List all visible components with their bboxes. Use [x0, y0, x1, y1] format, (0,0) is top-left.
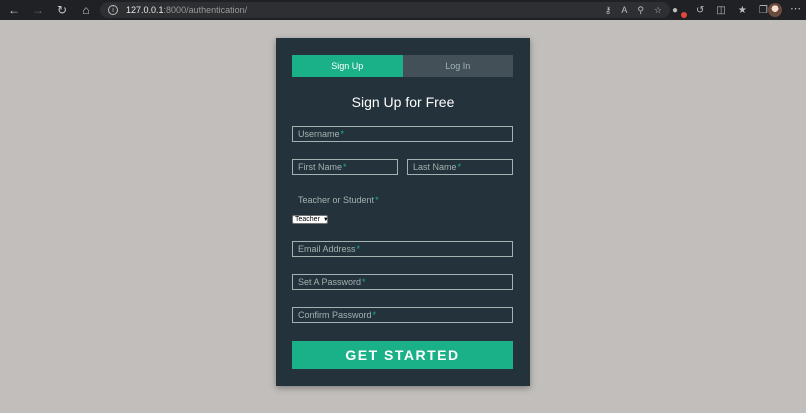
get-started-button[interactable]: GET STARTED	[292, 341, 513, 369]
favorite-add-icon[interactable]: ☆	[654, 5, 662, 16]
email-field[interactable]: Email Address *	[292, 241, 513, 257]
first-name-field[interactable]: First Name *	[292, 159, 398, 175]
required-marker: *	[372, 310, 377, 320]
last-name-placeholder: Last Name	[413, 162, 457, 172]
email-placeholder: Email Address	[298, 244, 356, 254]
required-marker: *	[343, 162, 347, 172]
required-marker: *	[375, 195, 379, 205]
password-placeholder: Set A Password	[298, 277, 362, 287]
confirm-password-placeholder: Confirm Password	[298, 310, 372, 320]
required-marker: *	[340, 129, 345, 139]
last-name-field[interactable]: Last Name *	[407, 159, 513, 175]
favorites-icon[interactable]: ★	[738, 5, 747, 16]
first-name-placeholder: First Name	[298, 162, 343, 172]
chevron-down-icon: ▼	[322, 216, 329, 223]
profile-avatar[interactable]	[768, 3, 782, 17]
username-placeholder: Username	[298, 129, 340, 139]
more-options-icon[interactable]: ⋯	[790, 2, 801, 15]
collections-icon[interactable]: ❐	[759, 5, 768, 16]
address-bar[interactable]: i 127.0.0.1:8000/authentication/ ⚷ A ⚲ ☆	[100, 2, 670, 18]
password-field[interactable]: Set A Password *	[292, 274, 513, 290]
refresh-extension-icon[interactable]: ↺	[696, 5, 704, 16]
auth-card: Sign Up Log In Sign Up for Free Username…	[276, 38, 530, 386]
auth-tabs: Sign Up Log In	[292, 55, 513, 77]
role-select[interactable]: Teacher ▼	[292, 215, 329, 224]
split-screen-icon[interactable]: ◫	[716, 5, 725, 16]
back-arrow-icon[interactable]: ←	[2, 0, 26, 20]
username-field[interactable]: Username *	[292, 126, 513, 142]
home-icon[interactable]: ⌂	[74, 0, 98, 20]
form-heading: Sign Up for Free	[351, 94, 455, 110]
refresh-icon[interactable]: ↻	[50, 0, 74, 20]
required-marker: *	[362, 277, 366, 287]
zoom-icon[interactable]: ⚲	[637, 5, 644, 16]
required-marker: *	[457, 162, 462, 172]
role-label: Teacher or Student*	[298, 195, 379, 205]
key-icon[interactable]: ⚷	[605, 5, 612, 16]
read-aloud-icon[interactable]: A	[621, 5, 627, 15]
browser-toolbar: ← → ↻ ⌂ i 127.0.0.1:8000/authentication/…	[0, 0, 806, 20]
url-path: :8000/authentication/	[163, 5, 248, 15]
role-selected-value: Teacher	[295, 216, 320, 223]
site-info-icon[interactable]: i	[108, 5, 118, 15]
tab-sign-up[interactable]: Sign Up	[292, 55, 403, 77]
url-host: 127.0.0.1	[126, 5, 164, 15]
extension-icon[interactable]: ●	[672, 5, 687, 18]
tab-log-in[interactable]: Log In	[402, 55, 513, 77]
required-marker: *	[356, 244, 361, 254]
forward-arrow-icon[interactable]: →	[26, 0, 50, 20]
confirm-password-field[interactable]: Confirm Password *	[292, 307, 513, 323]
